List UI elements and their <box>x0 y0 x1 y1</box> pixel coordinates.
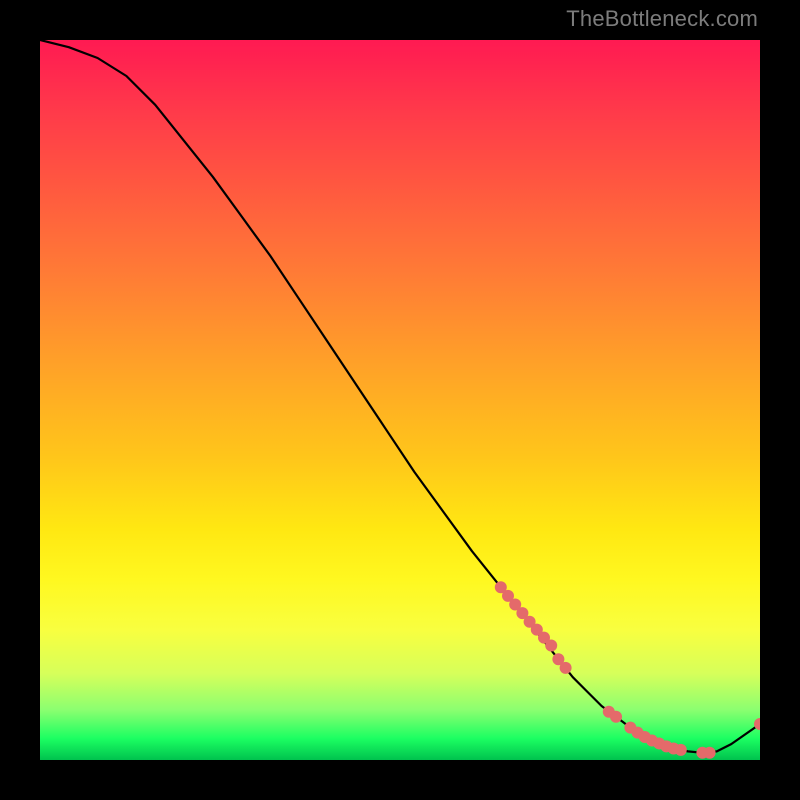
plot-svg <box>40 40 760 760</box>
marker-point <box>675 744 687 756</box>
watermark-text: TheBottleneck.com <box>566 6 758 32</box>
chart-frame: TheBottleneck.com <box>0 0 800 800</box>
marker-point <box>610 711 622 723</box>
plot-area <box>40 40 760 760</box>
marker-point <box>545 640 557 652</box>
highlight-points <box>495 581 760 759</box>
marker-point <box>560 662 572 674</box>
bottleneck-curve <box>40 40 760 753</box>
marker-point <box>704 747 716 759</box>
